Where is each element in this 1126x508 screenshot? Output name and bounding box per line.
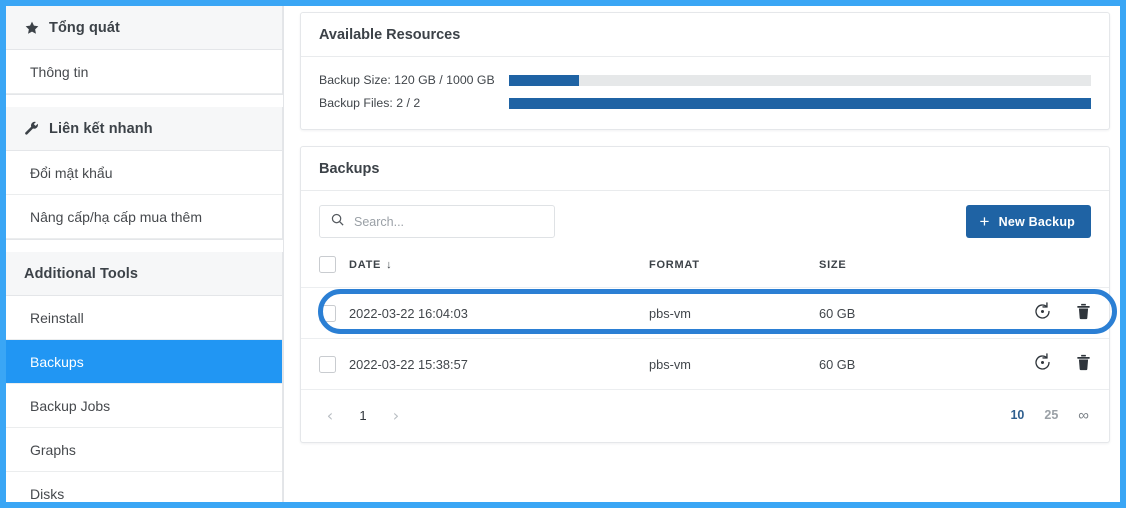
sort-arrow-icon: ↓ bbox=[386, 258, 393, 271]
available-resources-panel: Available Resources Backup Size: 120 GB … bbox=[300, 12, 1110, 130]
sidebar-item-nang-cap-ha-cap[interactable]: Nâng cấp/hạ cấp mua thêm bbox=[6, 195, 282, 239]
cell-format: pbs-vm bbox=[649, 338, 819, 390]
new-backup-label: New Backup bbox=[998, 214, 1075, 229]
select-all-checkbox[interactable] bbox=[319, 256, 336, 273]
resource-row-backup-files: Backup Files: 2 / 2 bbox=[319, 93, 1091, 113]
prev-page-button[interactable]: ‹ bbox=[317, 402, 343, 428]
table-row[interactable]: 2022-03-22 16:04:03 pbs-vm 60 GB bbox=[301, 287, 1109, 339]
row-checkbox[interactable] bbox=[319, 355, 336, 373]
delete-icon[interactable] bbox=[1074, 353, 1093, 372]
cell-size: 60 GB bbox=[819, 338, 1009, 390]
column-header-date[interactable]: DATE ↓ bbox=[349, 250, 649, 288]
page-size-options: 10 25 ∞ bbox=[1010, 407, 1093, 424]
backup-size-progressbar bbox=[509, 74, 1091, 86]
resources-body: Backup Size: 120 GB / 1000 GB Backup Fil… bbox=[301, 57, 1109, 129]
column-header-format[interactable]: FORMAT bbox=[649, 250, 819, 288]
resource-label: Backup Size: 120 GB / 1000 GB bbox=[319, 73, 495, 87]
table-body: 2022-03-22 16:04:03 pbs-vm 60 GB 2022-03… bbox=[301, 287, 1109, 390]
backups-panel: Backups + New Backup bbox=[300, 146, 1110, 443]
page-size-all[interactable]: ∞ bbox=[1078, 407, 1089, 424]
cell-format: pbs-vm bbox=[649, 287, 819, 339]
sidebar: Tổng quát Thông tin Liên kết nhanh Đổi m… bbox=[6, 6, 284, 502]
resource-row-backup-size: Backup Size: 120 GB / 1000 GB bbox=[319, 70, 1091, 90]
column-label-date: DATE bbox=[349, 258, 382, 271]
row-select-cell bbox=[301, 338, 349, 390]
search-icon bbox=[330, 212, 345, 232]
restore-icon[interactable] bbox=[1033, 302, 1052, 321]
progress-fill bbox=[509, 97, 1091, 109]
sidebar-item-graphs[interactable]: Graphs bbox=[6, 428, 282, 472]
table-header: DATE ↓ FORMAT SIZE bbox=[301, 250, 1109, 288]
sidebar-item-reinstall[interactable]: Reinstall bbox=[6, 296, 282, 340]
search-input[interactable] bbox=[354, 214, 544, 229]
page-number-1[interactable]: 1 bbox=[351, 402, 375, 428]
row-select-cell bbox=[301, 287, 349, 339]
sidebar-section-tong-quat: Tổng quát Thông tin bbox=[6, 6, 283, 95]
sidebar-section-header: Liên kết nhanh bbox=[6, 107, 282, 151]
cell-actions bbox=[1009, 338, 1109, 390]
sidebar-section-title: Tổng quát bbox=[49, 19, 120, 36]
sidebar-item-doi-mat-khau[interactable]: Đổi mật khẩu bbox=[6, 151, 282, 195]
row-checkbox[interactable] bbox=[319, 304, 336, 322]
cell-size: 60 GB bbox=[819, 287, 1009, 339]
pagination: ‹ 1 › 10 25 ∞ bbox=[301, 390, 1109, 442]
search-box[interactable] bbox=[319, 205, 555, 238]
backups-table: DATE ↓ FORMAT SIZE 2022-03-22 16:04:03 p… bbox=[301, 250, 1109, 390]
resources-title: Available Resources bbox=[301, 13, 1109, 57]
sidebar-section-title: Additional Tools bbox=[24, 265, 139, 282]
sidebar-section-lien-ket-nhanh: Liên kết nhanh Đổi mật khẩu Nâng cấp/hạ … bbox=[6, 107, 283, 240]
app-body: Tổng quát Thông tin Liên kết nhanh Đổi m… bbox=[6, 6, 1120, 502]
main-content: Available Resources Backup Size: 120 GB … bbox=[284, 6, 1120, 502]
annotated-screenshot-frame: Tổng quát Thông tin Liên kết nhanh Đổi m… bbox=[0, 0, 1126, 508]
column-header-size[interactable]: SIZE bbox=[819, 250, 1009, 288]
new-backup-button[interactable]: + New Backup bbox=[965, 205, 1091, 238]
table-row[interactable]: 2022-03-22 15:38:57 pbs-vm 60 GB bbox=[301, 338, 1109, 390]
plus-icon: + bbox=[979, 211, 990, 231]
cell-actions bbox=[1009, 287, 1109, 339]
cell-date: 2022-03-22 15:38:57 bbox=[349, 338, 649, 390]
select-all-header bbox=[301, 250, 349, 288]
next-page-button[interactable]: › bbox=[383, 402, 409, 428]
restore-icon[interactable] bbox=[1033, 353, 1052, 372]
backup-files-progressbar bbox=[509, 97, 1091, 109]
pagination-pages: ‹ 1 › bbox=[317, 402, 409, 428]
table-header-row: DATE ↓ FORMAT SIZE bbox=[301, 250, 1109, 288]
resource-label: Backup Files: 2 / 2 bbox=[319, 96, 421, 110]
page-size-10[interactable]: 10 bbox=[1010, 408, 1024, 422]
star-icon bbox=[24, 20, 40, 36]
progress-fill bbox=[509, 74, 579, 86]
sidebar-item-backup-jobs[interactable]: Backup Jobs bbox=[6, 384, 282, 428]
wrench-icon bbox=[24, 121, 40, 137]
sidebar-section-header: Tổng quát bbox=[6, 6, 282, 50]
delete-icon[interactable] bbox=[1074, 302, 1093, 321]
sidebar-section-title: Liên kết nhanh bbox=[49, 120, 153, 137]
cell-date: 2022-03-22 16:04:03 bbox=[349, 287, 649, 339]
sidebar-item-backups[interactable]: Backups bbox=[6, 340, 282, 384]
sidebar-section-header: Additional Tools bbox=[6, 252, 282, 296]
page-size-25[interactable]: 25 bbox=[1044, 408, 1058, 422]
sidebar-section-additional-tools: Additional Tools Reinstall Backups Backu… bbox=[6, 252, 283, 502]
sidebar-item-disks[interactable]: Disks bbox=[6, 472, 282, 502]
column-header-actions bbox=[1009, 250, 1109, 288]
sidebar-item-thong-tin[interactable]: Thông tin bbox=[6, 50, 282, 94]
backups-title: Backups bbox=[301, 147, 1109, 191]
backups-toolbar: + New Backup bbox=[301, 191, 1109, 250]
